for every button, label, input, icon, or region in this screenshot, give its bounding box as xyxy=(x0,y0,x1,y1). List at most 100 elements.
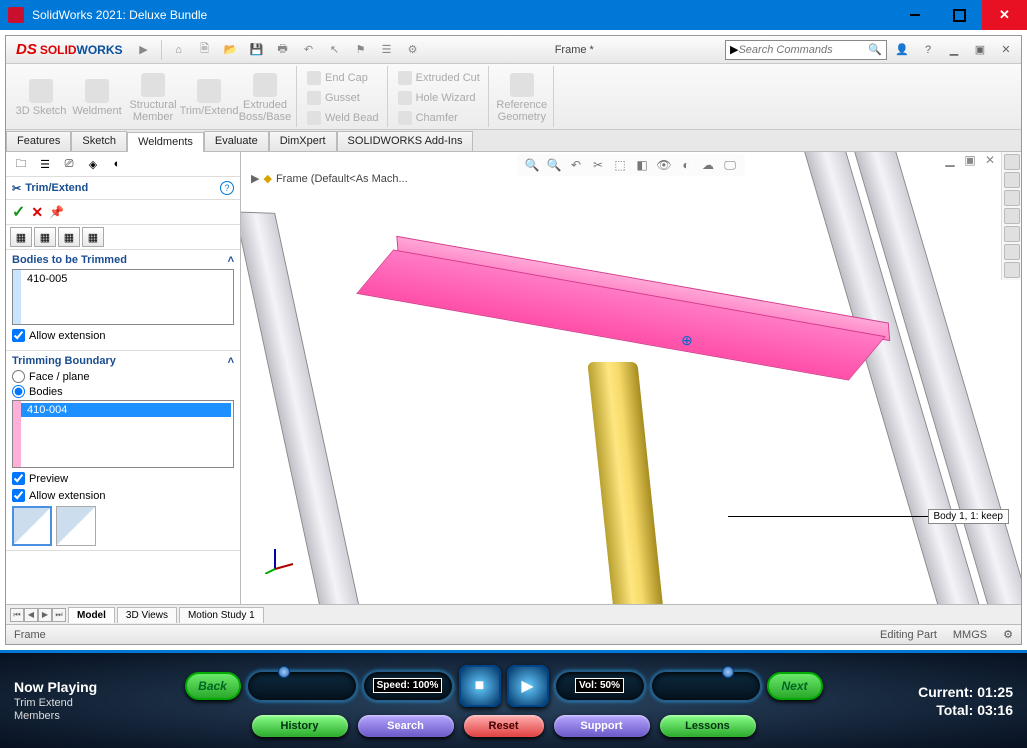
collapse-icon[interactable]: ˄ xyxy=(228,355,234,367)
cmd-end-cap[interactable]: End Cap xyxy=(303,68,383,87)
home-icon[interactable]: ⌂ xyxy=(168,39,190,61)
tab-weldments[interactable]: Weldments xyxy=(127,132,204,152)
search-icon[interactable]: 🔍 xyxy=(868,43,882,56)
allow-extension-checkbox-2[interactable]: Allow extension xyxy=(12,489,234,502)
pm-pin-button[interactable]: 📌 xyxy=(49,205,64,219)
viewport-close-icon[interactable]: ✕ xyxy=(981,152,999,168)
print-icon[interactable]: 🖶 xyxy=(272,39,294,61)
search-commands-box[interactable]: ▶ 🔍 xyxy=(725,40,887,60)
trimming-boundary-selection-box[interactable]: 410-004 xyxy=(12,400,234,468)
status-units[interactable]: MMGS xyxy=(953,629,987,641)
help-icon[interactable]: ? xyxy=(917,39,939,61)
player-back-button[interactable]: Back xyxy=(185,672,241,700)
cmd-structural-member[interactable]: Structural Member xyxy=(126,68,180,128)
file-explorer-tab-icon[interactable] xyxy=(1004,190,1020,206)
trim-type-4-button[interactable]: ▦ xyxy=(82,227,104,247)
cmd-3d-sketch[interactable]: 3D Sketch xyxy=(14,68,68,128)
select-icon[interactable]: ↖ xyxy=(324,39,346,61)
display-manager-tab-icon[interactable]: ◐ xyxy=(106,154,128,174)
doc-tab-model[interactable]: Model xyxy=(68,607,115,623)
pm-help-button[interactable]: ? xyxy=(220,181,234,195)
model-left-rail[interactable] xyxy=(241,211,367,604)
cmd-extruded-boss[interactable]: Extruded Boss/Base xyxy=(238,68,292,128)
tab-nav-last-icon[interactable]: ⏭ xyxy=(52,608,66,622)
cmd-trim-extend[interactable]: Trim/Extend xyxy=(182,68,236,128)
bodies-to-trim-item[interactable]: 410-005 xyxy=(15,272,231,286)
property-manager-tab-icon[interactable]: ☰ xyxy=(34,154,56,174)
expand-menu-icon[interactable]: ▶ xyxy=(133,39,155,61)
inner-close-icon[interactable]: ✕ xyxy=(995,39,1017,61)
model-gold-cylinder[interactable] xyxy=(587,362,664,604)
view-settings-icon[interactable]: 🖵 xyxy=(721,156,739,174)
player-play-button[interactable]: ▶ xyxy=(507,665,549,707)
forum-tab-icon[interactable] xyxy=(1004,262,1020,278)
display-style-icon[interactable]: ◧ xyxy=(633,156,651,174)
tab-nav-prev-icon[interactable]: ◀ xyxy=(24,608,38,622)
cmd-chamfer[interactable]: Chamfer xyxy=(394,108,484,127)
configuration-manager-tab-icon[interactable]: ⎚ xyxy=(58,154,80,174)
open-icon[interactable]: 📂 xyxy=(220,39,242,61)
radio-face-plane[interactable]: Face / plane xyxy=(12,370,234,383)
settings-gear-icon[interactable]: ⚙ xyxy=(402,39,424,61)
tree-root-label[interactable]: Frame (Default<As Mach... xyxy=(276,173,408,185)
trim-type-1-button[interactable]: ▦ xyxy=(10,227,32,247)
trim-type-2-button[interactable]: ▦ xyxy=(34,227,56,247)
cmd-extruded-cut[interactable]: Extruded Cut xyxy=(394,68,484,87)
cmd-weld-bead[interactable]: Weld Bead xyxy=(303,108,383,127)
cmd-weldment[interactable]: Weldment xyxy=(70,68,124,128)
player-support-button[interactable]: Support xyxy=(554,715,650,737)
window-close-button[interactable] xyxy=(982,0,1027,30)
design-library-tab-icon[interactable] xyxy=(1004,172,1020,188)
dimxpert-manager-tab-icon[interactable]: ◈ xyxy=(82,154,104,174)
feature-manager-tab-icon[interactable]: 🗀 xyxy=(10,154,32,174)
tab-nav-first-icon[interactable]: ⏮ xyxy=(10,608,24,622)
window-maximize-button[interactable] xyxy=(937,0,982,30)
status-custom-icon[interactable]: ⚙ xyxy=(1003,628,1013,641)
user-icon[interactable]: 👤 xyxy=(891,39,913,61)
viewport-min-icon[interactable]: ▁ xyxy=(941,152,959,168)
resources-tab-icon[interactable] xyxy=(1004,154,1020,170)
viewport-max-icon[interactable]: ▣ xyxy=(961,152,979,168)
bodies-to-trim-selection-box[interactable]: 410-005 xyxy=(12,269,234,325)
undo-icon[interactable]: ↶ xyxy=(298,39,320,61)
view-orientation-icon[interactable]: ⬚ xyxy=(611,156,629,174)
zoom-area-icon[interactable]: 🔍 xyxy=(545,156,563,174)
keep-option-thumb-2[interactable] xyxy=(56,506,96,546)
keep-option-thumb-1[interactable] xyxy=(12,506,52,546)
cmd-hole-wizard[interactable]: Hole Wizard xyxy=(394,88,484,107)
previous-view-icon[interactable]: ↶ xyxy=(567,156,585,174)
tab-sketch[interactable]: Sketch xyxy=(71,131,127,151)
radio-bodies[interactable]: Bodies xyxy=(12,385,234,398)
doc-tab-3d-views[interactable]: 3D Views xyxy=(117,607,177,623)
player-reset-button[interactable]: Reset xyxy=(464,715,544,737)
inner-restore-icon[interactable]: ▣ xyxy=(969,39,991,61)
tab-solidworks-addins[interactable]: SOLIDWORKS Add-Ins xyxy=(337,131,474,151)
player-stop-button[interactable]: ■ xyxy=(459,665,501,707)
player-progress-slider[interactable] xyxy=(247,671,357,701)
tree-expand-icon[interactable]: ▶ xyxy=(251,172,259,185)
doc-tab-motion-study[interactable]: Motion Study 1 xyxy=(179,607,264,623)
tab-dimxpert[interactable]: DimXpert xyxy=(269,131,337,151)
trim-type-3-button[interactable]: ▦ xyxy=(58,227,80,247)
tab-evaluate[interactable]: Evaluate xyxy=(204,131,269,151)
section-view-icon[interactable]: ✂ xyxy=(589,156,607,174)
options-icon[interactable]: ☰ xyxy=(376,39,398,61)
player-lessons-button[interactable]: Lessons xyxy=(660,715,756,737)
rebuild-icon[interactable]: ⚑ xyxy=(350,39,372,61)
appearances-tab-icon[interactable] xyxy=(1004,226,1020,242)
view-palette-tab-icon[interactable] xyxy=(1004,208,1020,224)
player-search-button[interactable]: Search xyxy=(358,715,454,737)
hide-show-icon[interactable]: 👁 xyxy=(655,156,673,174)
allow-extension-checkbox-1[interactable]: Allow extension xyxy=(12,329,234,342)
cmd-reference-geometry[interactable]: Reference Geometry xyxy=(495,68,549,128)
cmd-gusset[interactable]: Gusset xyxy=(303,88,383,107)
player-history-button[interactable]: History xyxy=(252,715,348,737)
tab-nav-next-icon[interactable]: ▶ xyxy=(38,608,52,622)
custom-props-tab-icon[interactable] xyxy=(1004,244,1020,260)
preview-checkbox[interactable]: Preview xyxy=(12,472,234,485)
player-volume-slider[interactable]: Vol: 50% xyxy=(555,671,645,701)
pm-ok-button[interactable]: ✓ xyxy=(12,202,25,222)
graphics-viewport[interactable]: ▁ ▣ ✕ 🔍 🔍 ↶ ✂ ⬚ ◧ 👁 ◐ ☁ 🖵 ▶ ◆ Frame (Def… xyxy=(241,152,1021,604)
apply-scene-icon[interactable]: ☁ xyxy=(699,156,717,174)
collapse-icon[interactable]: ˄ xyxy=(228,254,234,266)
